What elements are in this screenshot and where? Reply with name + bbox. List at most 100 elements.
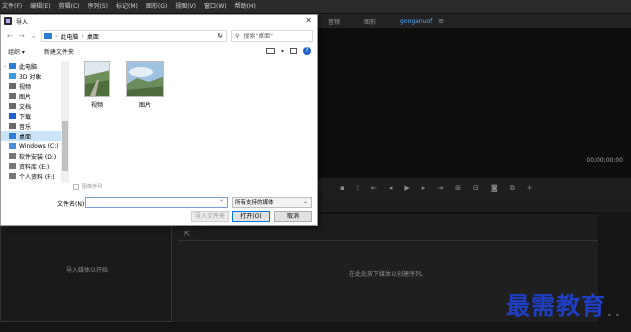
menu-clip[interactable]: 剪辑(C): [59, 0, 80, 14]
play-icon[interactable]: ▶: [404, 184, 409, 192]
program-monitor: [318, 28, 631, 198]
workspace-tab-graphics[interactable]: 图形: [364, 17, 376, 26]
menu-help[interactable]: 帮助(H): [235, 0, 256, 14]
cancel-button[interactable]: 取消: [274, 211, 312, 222]
selection-tool-icon[interactable]: ⇱: [184, 230, 190, 238]
tree-item-videos[interactable]: 视频: [1, 81, 61, 91]
video-thumbnail: [84, 61, 110, 97]
menu-marker[interactable]: 标记(M): [116, 0, 138, 14]
workspace-menu-icon[interactable]: ≡: [438, 17, 444, 25]
recent-dropdown-icon[interactable]: ⌄: [31, 32, 37, 40]
step-forward-icon[interactable]: ▸: [422, 184, 426, 192]
mark-in-icon[interactable]: ▪: [340, 184, 345, 192]
tree-item-label: 下载: [19, 113, 32, 121]
open-button[interactable]: 打开(O): [232, 211, 270, 222]
extract-icon[interactable]: ⊟: [473, 184, 479, 192]
import-folder-button[interactable]: 导入文件夹: [191, 211, 229, 222]
tree-item-this-pc[interactable]: ⌄ 此电脑: [1, 61, 61, 71]
tree-item-label: 视频: [19, 83, 32, 91]
dialog-title: 导入: [16, 18, 29, 26]
pc-icon: [9, 63, 16, 69]
tree-item-drive-d[interactable]: 软件安装 (D:): [1, 151, 61, 161]
tree-item-3d-objects[interactable]: 3D 对象: [1, 71, 61, 81]
tree-item-label: 软件安装 (D:): [19, 153, 57, 161]
tree-item-downloads[interactable]: 下载: [1, 111, 61, 121]
tree-item-label: 桌面: [19, 133, 32, 141]
menu-sequence[interactable]: 序列(S): [88, 0, 109, 14]
back-icon[interactable]: ←: [7, 32, 13, 40]
project-panel-hint: 导入媒体以开始: [65, 267, 108, 274]
expand-icon[interactable]: ⌄: [1, 63, 9, 69]
workspace-tab-audio[interactable]: 音频: [328, 17, 340, 26]
address-bar[interactable]: › 此电脑 › 桌面 ⌄: [41, 30, 227, 42]
tree-item-label: Windows (C:): [19, 142, 59, 150]
documents-folder-icon: [9, 103, 16, 109]
tree-item-desktop[interactable]: 桌面: [1, 131, 61, 141]
checkbox-box[interactable]: [73, 183, 79, 190]
tree-item-music[interactable]: 音乐: [1, 121, 61, 131]
menu-edit[interactable]: 编辑(E): [30, 0, 50, 14]
comparison-icon[interactable]: ⧉: [510, 184, 515, 193]
file-name: 图片: [138, 102, 151, 109]
new-folder-button[interactable]: 新建文件夹: [44, 47, 74, 56]
pictures-folder-icon: [9, 93, 16, 99]
premiere-app-icon: [4, 17, 12, 25]
go-to-out-icon[interactable]: ⇥: [437, 184, 443, 192]
workspace-tab-custom[interactable]: gonganuof: [400, 18, 432, 25]
mark-out-icon[interactable]: ⁞: [357, 184, 359, 192]
drive-icon: [9, 143, 16, 149]
add-button-icon[interactable]: +: [527, 184, 533, 192]
workspace-tabs: 音频 图形 gonganuof ≡: [318, 14, 631, 28]
filename-input[interactable]: [85, 196, 228, 208]
go-to-in-icon[interactable]: ⇤: [371, 184, 377, 192]
organize-button[interactable]: 组织 ▾: [8, 47, 25, 56]
preview-pane-icon[interactable]: [290, 48, 297, 54]
search-box[interactable]: ⚲: [231, 30, 313, 42]
program-timecode: 00;00;00;00: [586, 157, 623, 164]
app-menubar: 文件(F) 编辑(E) 剪辑(C) 序列(S) 标记(M) 图形(G) 视图(V…: [0, 0, 631, 14]
drive-icon: [9, 153, 16, 159]
dialog-toolbar: 组织 ▾ 新建文件夹 ▾ ?: [1, 45, 317, 57]
video-folder-icon: [9, 83, 16, 89]
audio-meter-right: [616, 314, 619, 316]
search-icon: ⚲: [235, 32, 240, 40]
lift-icon[interactable]: ⊞: [455, 184, 461, 192]
tree-scrollbar[interactable]: [61, 61, 69, 183]
audio-meter-left: [608, 314, 611, 316]
file-item-picture[interactable]: 图片: [121, 61, 169, 109]
import-dialog: 导入 ✕ ← → ⌄ ↑ › 此电脑 › 桌面 ⌄ ↻ ⚲ 组织 ▾ 新建文件夹…: [0, 14, 318, 226]
filename-row: 文件名(N): 所有支持的媒体: [1, 196, 317, 209]
close-icon[interactable]: ✕: [305, 15, 312, 27]
scrollbar-thumb[interactable]: [62, 121, 68, 171]
file-name: 视频: [90, 102, 103, 109]
tree-item-drive-e[interactable]: 资料库 (E:): [1, 161, 61, 171]
tree-item-drive-f[interactable]: 个人资料 (F:): [1, 171, 61, 181]
filetype-select[interactable]: 所有支持的媒体: [232, 197, 312, 208]
tree-item-pictures[interactable]: 图片: [1, 91, 61, 101]
forward-icon[interactable]: →: [19, 32, 25, 40]
breadcrumb-separator: ›: [55, 32, 58, 40]
menu-view[interactable]: 视图(V): [175, 0, 196, 14]
navigation-tree: ⌄ 此电脑 3D 对象 视频 图片 文档 下载 音乐 桌面 Windows (C…: [1, 61, 69, 183]
tree-item-documents[interactable]: 文档: [1, 101, 61, 111]
export-frame-icon[interactable]: ◙: [491, 184, 498, 192]
help-icon[interactable]: ?: [303, 47, 311, 55]
menu-file[interactable]: 文件(F): [2, 0, 22, 14]
image-sequence-checkbox[interactable]: 图像序列: [73, 183, 102, 190]
breadcrumb-this-pc[interactable]: 此电脑: [60, 32, 78, 41]
search-input[interactable]: [243, 32, 304, 40]
menu-graphics[interactable]: 图形(G): [146, 0, 167, 14]
file-item-video[interactable]: 视频: [75, 61, 119, 109]
tree-item-drive-c[interactable]: Windows (C:): [1, 141, 61, 151]
menu-window[interactable]: 窗口(W): [204, 0, 227, 14]
view-dropdown-icon[interactable]: ▾: [281, 48, 284, 55]
view-options-icon[interactable]: [265, 48, 275, 54]
timeline-hint: 在此处放下媒体以创建序列。: [348, 271, 427, 278]
music-icon: [9, 123, 16, 129]
desktop-icon: [9, 133, 16, 139]
breadcrumb-desktop[interactable]: 桌面: [87, 32, 99, 41]
refresh-icon[interactable]: ↻: [213, 30, 227, 42]
download-icon: [9, 113, 16, 119]
dialog-navbar: ← → ⌄ ↑ › 此电脑 › 桌面 ⌄ ↻ ⚲: [1, 29, 317, 43]
step-back-icon[interactable]: ◂: [389, 184, 393, 192]
